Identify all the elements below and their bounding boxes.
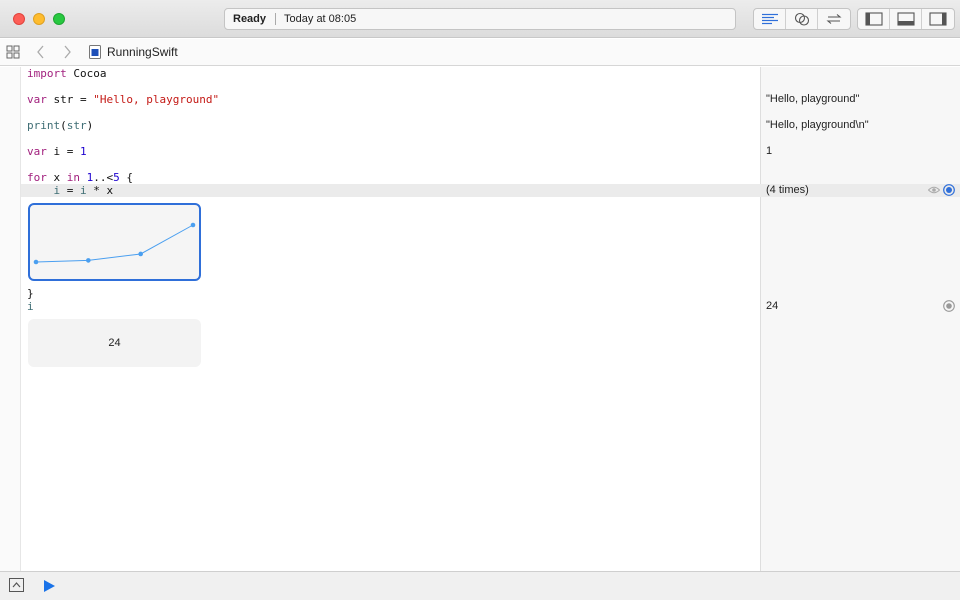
- back-button[interactable]: [34, 44, 48, 60]
- code-text: * x: [86, 184, 114, 197]
- debug-area-toggle-icon[interactable]: [9, 578, 24, 592]
- code-text: =: [60, 184, 80, 197]
- keyword: var: [27, 93, 47, 106]
- version-editor-icon: [826, 14, 842, 24]
- editor-mode-control: [753, 8, 851, 30]
- data-point: [190, 222, 196, 228]
- status-timestamp: Today at 08:05: [284, 13, 357, 25]
- code-text: x: [46, 171, 67, 184]
- string-literal: "Hello, playground": [93, 93, 220, 106]
- jump-bar: RunningSwift: [0, 39, 960, 66]
- debug-area-toggle-button[interactable]: [890, 9, 922, 29]
- debug-area-toggle-icon: [896, 12, 915, 26]
- line-chart: [33, 222, 196, 265]
- results-sidebar: [760, 67, 960, 571]
- quick-look-eye-icon[interactable]: [928, 184, 940, 196]
- assistant-editor-icon: [794, 12, 809, 26]
- show-result-icon[interactable]: [943, 300, 955, 312]
- series-line: [35, 224, 194, 263]
- number-literal: 5: [113, 171, 120, 184]
- function-name: print: [27, 119, 61, 132]
- playground-file-icon: [89, 45, 101, 59]
- keyword: import: [27, 67, 67, 80]
- inline-result-value[interactable]: 24: [28, 319, 201, 367]
- result-value: "Hello, playground": [766, 93, 860, 105]
- code-text: i =: [46, 145, 80, 158]
- code-line[interactable]: i = i * x: [27, 184, 114, 197]
- result-value: "Hello, playground\n": [766, 119, 869, 131]
- chevron-left-icon: [37, 45, 44, 59]
- code-line[interactable]: print(str): [27, 119, 93, 132]
- code-line[interactable]: for x in 1..<5 {: [27, 171, 133, 184]
- assistant-editor-button[interactable]: [786, 9, 818, 29]
- utilities-toggle-icon: [929, 12, 947, 26]
- inline-result-graph[interactable]: [28, 203, 201, 281]
- navigator-toggle-button[interactable]: [858, 9, 890, 29]
- variable: str: [66, 119, 87, 132]
- code-text: (: [60, 119, 67, 132]
- activity-viewer: Ready Today at 08:05: [224, 8, 736, 30]
- code-line[interactable]: var str = "Hello, playground": [27, 93, 219, 106]
- version-editor-button[interactable]: [818, 9, 850, 29]
- number-literal: 1: [80, 145, 87, 158]
- bottom-bar: [0, 571, 960, 600]
- status-divider: [275, 13, 277, 25]
- chevron-right-icon: [64, 45, 71, 59]
- code-line[interactable]: import Cocoa: [27, 67, 107, 80]
- file-breadcrumb[interactable]: RunningSwift: [107, 45, 178, 59]
- related-items-button[interactable]: [6, 45, 20, 59]
- number-literal: 1: [80, 171, 94, 184]
- minimize-window-button[interactable]: [33, 13, 45, 25]
- line-gutter: [0, 67, 21, 571]
- keyword: in: [66, 171, 80, 184]
- code-text: {: [119, 171, 133, 184]
- navigator-toggle-icon: [864, 12, 883, 26]
- result-value: (4 times): [766, 184, 809, 196]
- standard-editor-icon: [761, 13, 778, 25]
- code-text: ): [86, 119, 94, 132]
- playground-icon: [89, 45, 101, 59]
- current-line-highlight: [21, 184, 960, 197]
- result-value: 24: [766, 300, 779, 312]
- standard-editor-button[interactable]: [754, 9, 786, 29]
- forward-button[interactable]: [60, 44, 74, 60]
- code-text: ..<: [93, 171, 114, 184]
- variable: i: [80, 184, 87, 197]
- result-value: 1: [766, 145, 773, 157]
- title-bar: Ready Today at 08:05: [0, 0, 960, 38]
- data-point: [138, 251, 143, 257]
- code-text: }: [27, 287, 34, 300]
- code-text: Cocoa: [66, 67, 107, 80]
- utilities-toggle-button[interactable]: [922, 9, 954, 29]
- code-line[interactable]: i: [27, 300, 34, 313]
- keyword: var: [27, 145, 47, 158]
- zoom-window-button[interactable]: [53, 13, 65, 25]
- code-line[interactable]: var i = 1: [27, 145, 87, 158]
- view-visibility-control: [857, 8, 955, 30]
- inline-value-text: 24: [108, 337, 121, 349]
- code-line[interactable]: }: [27, 287, 34, 300]
- show-result-selected-icon[interactable]: [943, 184, 955, 196]
- data-point: [86, 258, 91, 263]
- keyword: for: [27, 171, 47, 184]
- grid-icon: [6, 45, 20, 59]
- code-text: str =: [46, 93, 94, 106]
- variable: i: [27, 300, 34, 313]
- status-text: Ready: [233, 13, 267, 25]
- run-play-icon[interactable]: [42, 579, 56, 593]
- close-window-button[interactable]: [13, 13, 25, 25]
- data-point: [33, 259, 39, 265]
